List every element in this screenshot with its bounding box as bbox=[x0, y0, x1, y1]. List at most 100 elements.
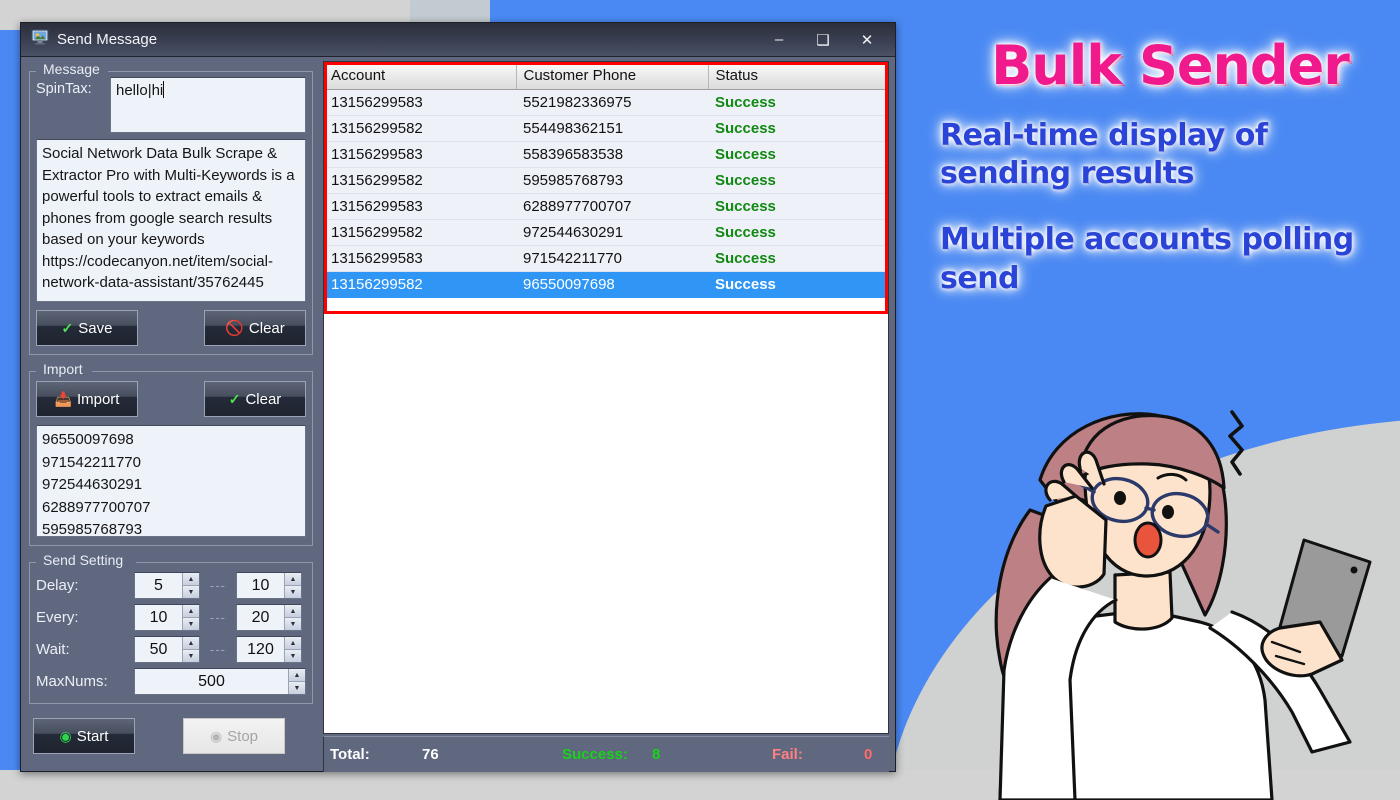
chevron-up-icon[interactable]: ▲ bbox=[183, 637, 199, 650]
window-title: Send Message bbox=[57, 31, 158, 48]
delay-min-value: 5 bbox=[154, 576, 163, 594]
results-grid[interactable]: Account Customer Phone Status 1315629958… bbox=[324, 62, 888, 298]
clear-import-button[interactable]: ✓ Clear bbox=[204, 381, 306, 417]
results-grid-container[interactable]: Account Customer Phone Status 1315629958… bbox=[323, 61, 889, 734]
clear-message-button[interactable]: 🚫 Clear bbox=[204, 310, 306, 346]
cell-account: 13156299582 bbox=[324, 219, 516, 246]
wait-min-spinner[interactable]: 50 ▲ ▼ bbox=[134, 636, 200, 663]
chevron-up-icon[interactable]: ▲ bbox=[285, 605, 301, 618]
promo-feature-2-line-2: send bbox=[940, 260, 1020, 296]
wait-label: Wait: bbox=[36, 641, 70, 658]
wait-separator: --- bbox=[210, 642, 226, 657]
wait-max-spinner[interactable]: 120 ▲ ▼ bbox=[236, 636, 302, 663]
import-file-icon: 📥 bbox=[54, 391, 72, 407]
stop-button: ◉ Stop bbox=[183, 718, 285, 754]
chevron-up-icon[interactable]: ▲ bbox=[285, 573, 301, 586]
cell-status: Success bbox=[708, 141, 888, 168]
column-header-account[interactable]: Account bbox=[324, 62, 517, 90]
cell-account: 13156299583 bbox=[324, 193, 516, 220]
maximize-button[interactable]: ❑ bbox=[801, 25, 845, 55]
maxnums-value: 500 bbox=[198, 672, 225, 690]
cell-status: Success bbox=[708, 115, 888, 142]
save-button-label: Save bbox=[78, 319, 113, 337]
chevron-down-icon[interactable]: ▼ bbox=[183, 650, 199, 662]
close-button[interactable]: ✕ bbox=[845, 25, 889, 55]
cell-customer-phone: 6288977700707 bbox=[516, 193, 708, 220]
table-row[interactable]: 13156299583 558396583538 Success bbox=[324, 141, 888, 168]
cell-account: 13156299582 bbox=[324, 167, 516, 194]
chevron-down-icon[interactable]: ▼ bbox=[285, 650, 301, 662]
total-label: Total: bbox=[330, 746, 370, 763]
cell-status: Success bbox=[708, 271, 888, 298]
chevron-down-icon[interactable]: ▼ bbox=[289, 682, 305, 694]
chevron-down-icon[interactable]: ▼ bbox=[285, 618, 301, 630]
wait-row: Wait: 50 ▲ ▼ --- 120 ▲ ▼ bbox=[36, 636, 306, 663]
chevron-up-icon[interactable]: ▲ bbox=[183, 573, 199, 586]
cell-customer-phone: 558396583538 bbox=[516, 141, 708, 168]
table-row[interactable]: 13156299582 96550097698 Success bbox=[324, 271, 888, 298]
status-bar: Total: 76 Success: 8 Fail: 0 bbox=[323, 736, 889, 772]
chevron-down-icon[interactable]: ▼ bbox=[285, 586, 301, 598]
left-panel: Message SpinTax: hello|hi Social Network… bbox=[21, 57, 321, 772]
chevron-down-icon[interactable]: ▼ bbox=[183, 586, 199, 598]
delay-min-spinner[interactable]: 5 ▲ ▼ bbox=[134, 572, 200, 599]
delay-max-value: 10 bbox=[251, 576, 270, 594]
every-min-arrows[interactable]: ▲ ▼ bbox=[182, 605, 199, 630]
send-setting-group-label: Send Setting bbox=[38, 552, 129, 568]
chevron-up-icon[interactable]: ▲ bbox=[285, 637, 301, 650]
send-message-window: Send Message – ❑ ✕ Message SpinTax: hell… bbox=[20, 22, 896, 772]
every-label: Every: bbox=[36, 609, 79, 626]
every-min-spinner[interactable]: 10 ▲ ▼ bbox=[134, 604, 200, 631]
import-groupbox: Import 📥 Import ✓ Clear 96550097698 9715… bbox=[29, 361, 313, 546]
chevron-up-icon[interactable]: ▲ bbox=[289, 669, 305, 682]
woman-with-phone-illustration bbox=[880, 360, 1400, 800]
window-titlebar[interactable]: Send Message – ❑ ✕ bbox=[21, 23, 895, 57]
promo-feature-1-line-2: sending results bbox=[940, 156, 1194, 192]
maxnums-arrows[interactable]: ▲ ▼ bbox=[288, 669, 305, 694]
window-controls: – ❑ ✕ bbox=[757, 25, 889, 55]
delay-max-arrows[interactable]: ▲ ▼ bbox=[284, 573, 301, 598]
delay-max-spinner[interactable]: 10 ▲ ▼ bbox=[236, 572, 302, 599]
save-button[interactable]: ✓ Save bbox=[36, 310, 138, 346]
import-group-label: Import bbox=[38, 361, 88, 377]
check-icon: ✓ bbox=[61, 320, 74, 336]
every-max-spinner[interactable]: 20 ▲ ▼ bbox=[236, 604, 302, 631]
every-row: Every: 10 ▲ ▼ --- 20 ▲ ▼ bbox=[36, 604, 306, 631]
promo-feature-1: Real-time display of sending results bbox=[940, 117, 1400, 194]
column-header-status[interactable]: Status bbox=[708, 62, 888, 90]
spintax-label: SpinTax: bbox=[36, 81, 92, 97]
right-panel: Account Customer Phone Status 1315629958… bbox=[323, 61, 889, 772]
cell-customer-phone: 554498362151 bbox=[516, 115, 708, 142]
start-button[interactable]: ◉ Start bbox=[33, 718, 135, 754]
table-row[interactable]: 13156299582 595985768793 Success bbox=[324, 167, 888, 194]
wait-max-arrows[interactable]: ▲ ▼ bbox=[284, 637, 301, 662]
window-body: Message SpinTax: hello|hi Social Network… bbox=[21, 57, 895, 772]
cell-status: Success bbox=[708, 219, 888, 246]
maxnums-spinner[interactable]: 500 ▲ ▼ bbox=[134, 668, 306, 695]
cell-customer-phone: 971542211770 bbox=[516, 245, 708, 272]
every-max-arrows[interactable]: ▲ ▼ bbox=[284, 605, 301, 630]
spintax-input[interactable]: hello|hi bbox=[110, 77, 306, 133]
table-row[interactable]: 13156299582 972544630291 Success bbox=[324, 219, 888, 246]
table-row[interactable]: 13156299583 971542211770 Success bbox=[324, 245, 888, 272]
table-row[interactable]: 13156299583 5521982336975 Success bbox=[324, 89, 888, 116]
delay-label: Delay: bbox=[36, 577, 79, 594]
column-header-customer-phone[interactable]: Customer Phone bbox=[516, 62, 709, 90]
ban-icon: 🚫 bbox=[225, 319, 244, 337]
chevron-down-icon[interactable]: ▼ bbox=[183, 618, 199, 630]
table-row[interactable]: 13156299583 6288977700707 Success bbox=[324, 193, 888, 220]
chevron-up-icon[interactable]: ▲ bbox=[183, 605, 199, 618]
import-button[interactable]: 📥 Import bbox=[36, 381, 138, 417]
wait-min-value: 50 bbox=[149, 640, 168, 658]
delay-min-arrows[interactable]: ▲ ▼ bbox=[182, 573, 199, 598]
description-textarea[interactable]: Social Network Data Bulk Scrape & Extrac… bbox=[36, 139, 306, 302]
phone-list-textarea[interactable]: 96550097698 971542211770 972544630291 62… bbox=[36, 425, 306, 538]
minimize-button[interactable]: – bbox=[757, 25, 801, 55]
cell-customer-phone: 972544630291 bbox=[516, 219, 708, 246]
table-header-row: Account Customer Phone Status bbox=[324, 62, 888, 90]
import-button-label: Import bbox=[76, 390, 120, 408]
message-group-label: Message bbox=[38, 61, 105, 77]
table-row[interactable]: 13156299582 554498362151 Success bbox=[324, 115, 888, 142]
promo-feature-2: Multiple accounts polling send bbox=[940, 221, 1400, 298]
wait-min-arrows[interactable]: ▲ ▼ bbox=[182, 637, 199, 662]
